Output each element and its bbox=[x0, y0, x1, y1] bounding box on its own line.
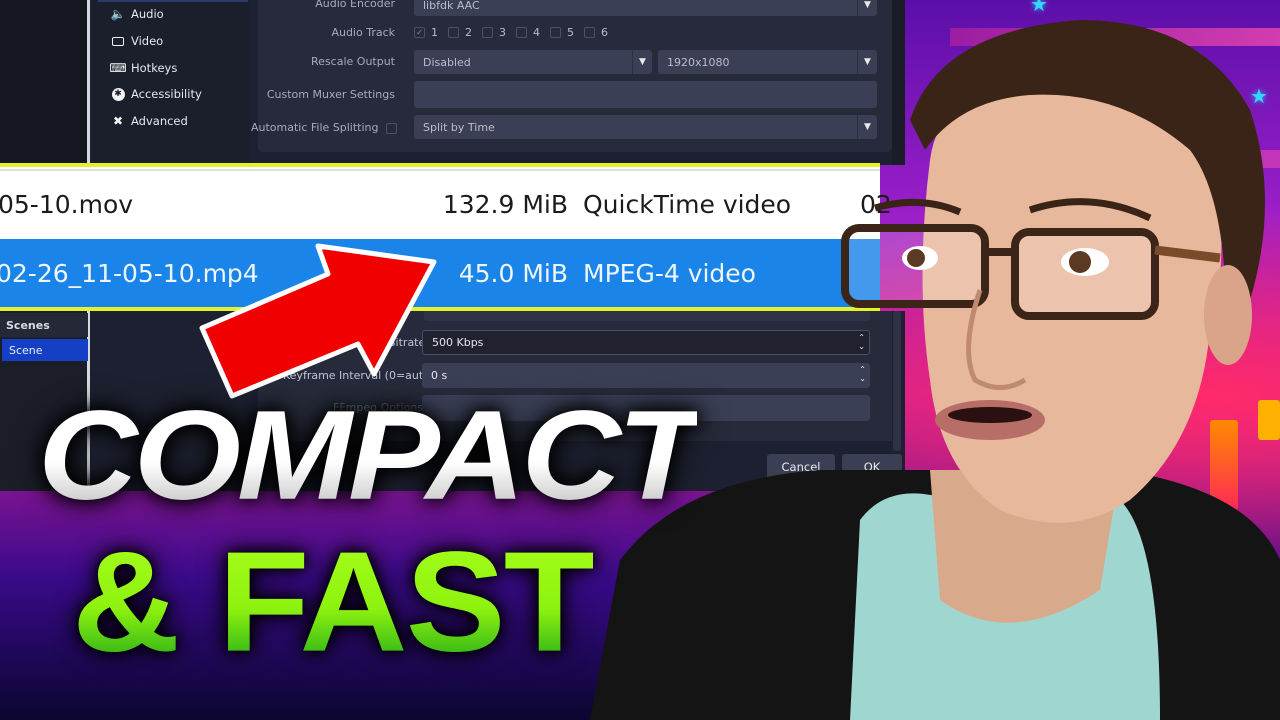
file-size: 45.0 MiB bbox=[458, 258, 568, 288]
audio-track-number: 1 bbox=[431, 26, 438, 39]
audio-track-number: 4 bbox=[533, 26, 540, 39]
file-size: 132.9 MiB bbox=[442, 189, 568, 219]
auto-split-checkbox[interactable] bbox=[386, 122, 397, 134]
nav-item-hotkeys[interactable]: ⌨ Hotkeys bbox=[109, 59, 178, 77]
arrow-shape bbox=[199, 243, 437, 399]
mouth-opening bbox=[948, 407, 1032, 423]
nav-item-label: Hotkeys bbox=[131, 61, 178, 75]
audio-encoder-label: Audio Encoder bbox=[315, 0, 395, 10]
ear bbox=[1204, 265, 1252, 365]
speaker-icon: 🔈 bbox=[110, 7, 126, 21]
nav-item-label: Audio bbox=[131, 7, 164, 21]
audio-track-number: 3 bbox=[499, 26, 506, 39]
nav-item-accessibility[interactable]: ✱ Accessibility bbox=[111, 85, 202, 103]
obs-left-dock bbox=[0, 0, 90, 165]
wrench-icon: ✖ bbox=[112, 114, 124, 128]
audio-encoder-value: libfdk AAC bbox=[423, 0, 480, 12]
iris bbox=[1069, 251, 1091, 273]
split-mode-value: Split by Time bbox=[423, 120, 495, 134]
audio-track-checkbox-2[interactable] bbox=[448, 27, 459, 38]
nav-item-label: Advanced bbox=[131, 114, 188, 128]
rescale-output-value: Disabled bbox=[423, 55, 471, 69]
headline-line-2: & FAST bbox=[72, 521, 595, 682]
keyboard-icon: ⌨ bbox=[109, 61, 127, 75]
rescale-output-label: Rescale Output bbox=[311, 55, 395, 68]
audio-track-checkbox-3[interactable] bbox=[482, 27, 493, 38]
nav-item-advanced[interactable]: ✖ Advanced bbox=[111, 112, 188, 130]
audio-track-label: Audio Track bbox=[331, 26, 395, 39]
nav-item-audio[interactable]: 🔈 Audio bbox=[111, 5, 164, 23]
headline-line-1: COMPACT bbox=[38, 384, 701, 527]
accessibility-icon: ✱ bbox=[111, 87, 125, 101]
audio-track-checkbox-4[interactable] bbox=[516, 27, 527, 38]
auto-split-label: Automatic File Splitting bbox=[250, 121, 379, 134]
file-name: 05-10.mov bbox=[0, 189, 134, 219]
monitor-icon bbox=[111, 34, 125, 48]
audio-track-checkbox-1[interactable]: ✓ bbox=[414, 27, 425, 38]
nav-item-label: Video bbox=[131, 34, 164, 48]
red-arrow-icon bbox=[199, 243, 437, 399]
nav-selected-item-edge bbox=[98, 0, 248, 2]
presenter-photo bbox=[590, 20, 1280, 720]
eyebrow bbox=[874, 198, 962, 216]
nav-item-video[interactable]: Video bbox=[111, 32, 163, 50]
nav-item-label: Accessibility bbox=[131, 87, 202, 101]
scene-list-item[interactable]: Scene bbox=[2, 339, 88, 361]
custom-muxer-label: Custom Muxer Settings bbox=[266, 88, 395, 101]
audio-track-number: 2 bbox=[465, 26, 472, 39]
scene-name: Scene bbox=[9, 343, 43, 357]
iris bbox=[907, 249, 925, 267]
settings-nav: 🔈 Audio Video ⌨ Hotkeys ✱ Accessibility … bbox=[93, 0, 250, 165]
scenes-title: Scenes bbox=[6, 319, 50, 332]
auto-split-label-row: Automatic File Splitting bbox=[251, 121, 397, 134]
